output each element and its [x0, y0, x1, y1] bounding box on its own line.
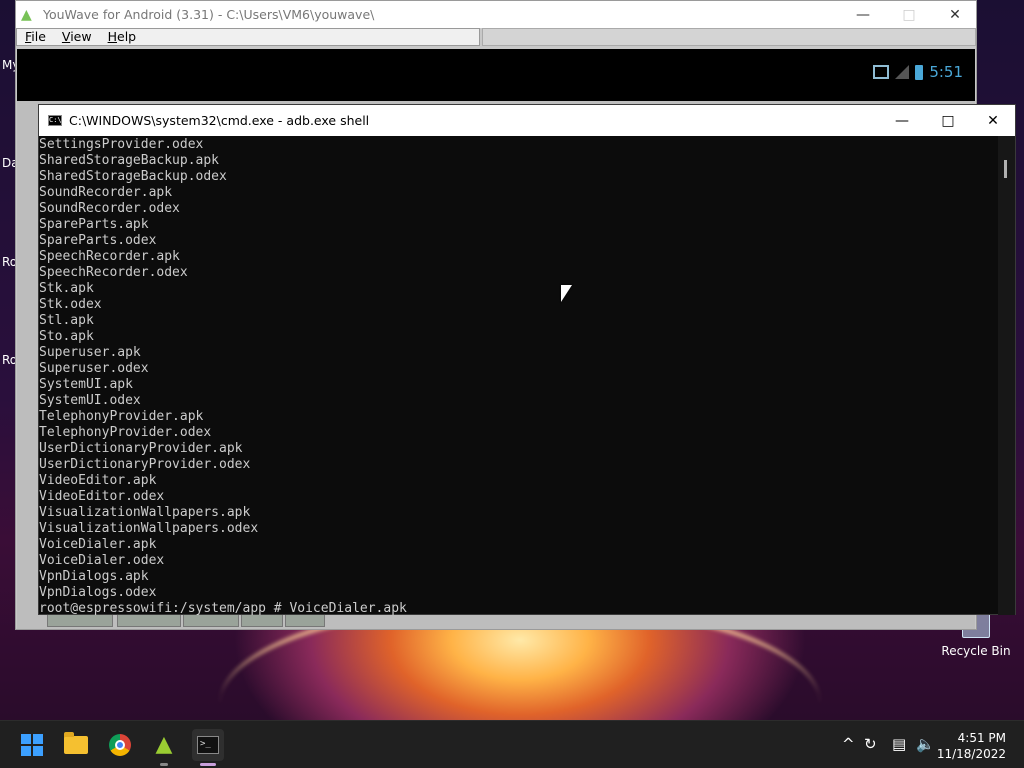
- network-icon: [873, 65, 890, 79]
- taskbar: ▲ >_ ^ ↻ ▤ 🔈 4:51 PM 11/18/2022: [0, 720, 1024, 768]
- battery-icon: [915, 64, 924, 80]
- console-line: SystemUI.odex: [39, 393, 141, 408]
- taskbar-clock[interactable]: 4:51 PM 11/18/2022: [937, 730, 1006, 762]
- console-line: VisualizationWallpapers.odex: [39, 521, 259, 536]
- console-line: SoundRecorder.apk: [39, 185, 173, 200]
- console-line: Sto.apk: [39, 329, 94, 344]
- volume-icon[interactable]: 🔈: [916, 735, 935, 753]
- youwave-titlebar[interactable]: ▲ YouWave for Android (3.31) - C:\Users\…: [16, 1, 976, 28]
- android-icon: ▲: [155, 732, 173, 757]
- console-line: Stl.apk: [39, 313, 94, 328]
- console-line: SoundRecorder.odex: [39, 201, 180, 216]
- console-line: Superuser.odex: [39, 361, 149, 376]
- file-explorer-button[interactable]: [60, 729, 92, 761]
- network-icon[interactable]: ▤: [892, 735, 906, 753]
- sync-icon[interactable]: ↻: [864, 735, 877, 753]
- cmd-window[interactable]: C:\ C:\WINDOWS\system32\cmd.exe - adb.ex…: [38, 104, 1016, 616]
- cmd-taskbar-button[interactable]: >_: [192, 729, 224, 761]
- console-output[interactable]: SettingsProvider.odex SharedStorageBackup…: [39, 136, 999, 616]
- console-line: TelephonyProvider.odex: [39, 425, 212, 440]
- maximize-icon[interactable]: □: [925, 105, 971, 136]
- android-icon: ▲: [21, 6, 32, 23]
- console-line: VoiceDialer.odex: [39, 553, 165, 568]
- console-line: VisualizationWallpapers.apk: [39, 505, 251, 520]
- menu-view[interactable]: View: [54, 29, 100, 45]
- running-indicator: [160, 763, 168, 766]
- close-icon[interactable]: ✕: [932, 1, 978, 28]
- close-icon[interactable]: ✕: [970, 105, 1016, 136]
- cmd-title: C:\WINDOWS\system32\cmd.exe - adb.exe sh…: [69, 113, 370, 128]
- console-line: SpareParts.odex: [39, 233, 157, 248]
- chevron-up-icon[interactable]: ^: [842, 735, 855, 753]
- active-indicator: [200, 763, 216, 766]
- minimize-icon[interactable]: —: [840, 1, 886, 28]
- menu-file[interactable]: File: [17, 29, 54, 45]
- console-line: VideoEditor.odex: [39, 489, 165, 504]
- console-line: VpnDialogs.odex: [39, 585, 157, 600]
- console-line: SpeechRecorder.odex: [39, 265, 188, 280]
- youwave-taskbar-button[interactable]: ▲: [148, 729, 180, 761]
- minimize-icon[interactable]: —: [879, 105, 925, 136]
- console-line: VpnDialogs.apk: [39, 569, 149, 584]
- console-line: SharedStorageBackup.apk: [39, 153, 220, 168]
- clock-date: 11/18/2022: [936, 747, 1006, 761]
- maximize-icon[interactable]: □: [886, 1, 932, 28]
- clock-time: 4:51 PM: [957, 731, 1006, 745]
- windows-logo-icon: [21, 734, 43, 756]
- console-line: Superuser.apk: [39, 345, 141, 360]
- signal-icon: [895, 65, 910, 79]
- console-line: TelephonyProvider.apk: [39, 409, 204, 424]
- console-line: SharedStorageBackup.odex: [39, 169, 227, 184]
- youwave-menubar: File View Help: [16, 28, 480, 46]
- youwave-title: YouWave for Android (3.31) - C:\Users\VM…: [43, 7, 375, 22]
- android-screen[interactable]: 5:51: [17, 49, 975, 101]
- console-line: SpareParts.apk: [39, 217, 149, 232]
- console-scrollbar[interactable]: [998, 136, 1015, 615]
- console-line: Stk.odex: [39, 297, 102, 312]
- start-button[interactable]: [16, 729, 48, 761]
- console-line: UserDictionaryProvider.odex: [39, 457, 251, 472]
- android-status-bar: 5:51: [873, 63, 963, 81]
- console-line: root@espressowifi:/system/app # VoiceDia…: [39, 601, 407, 616]
- console-line: Stk.apk: [39, 281, 94, 296]
- menu-help[interactable]: Help: [100, 29, 145, 45]
- console-line: VideoEditor.apk: [39, 473, 157, 488]
- recycle-bin-label: Recycle Bin: [941, 644, 1011, 658]
- terminal-icon: C:\: [48, 115, 62, 126]
- youwave-toolbar-strip: [482, 28, 976, 46]
- android-clock: 5:51: [929, 63, 963, 81]
- console-line: SystemUI.apk: [39, 377, 133, 392]
- console-line: UserDictionaryProvider.apk: [39, 441, 243, 456]
- chrome-icon: [109, 734, 131, 756]
- chrome-button[interactable]: [104, 729, 136, 761]
- terminal-icon: >_: [197, 736, 219, 754]
- console-line: VoiceDialer.apk: [39, 537, 157, 552]
- console-line: SettingsProvider.odex: [39, 137, 204, 152]
- cmd-titlebar[interactable]: C:\ C:\WINDOWS\system32\cmd.exe - adb.ex…: [39, 105, 1015, 136]
- console-line: SpeechRecorder.apk: [39, 249, 180, 264]
- mouse-pointer-icon: [561, 285, 572, 302]
- folder-icon: [64, 732, 88, 754]
- scrollbar-thumb[interactable]: [1004, 160, 1007, 178]
